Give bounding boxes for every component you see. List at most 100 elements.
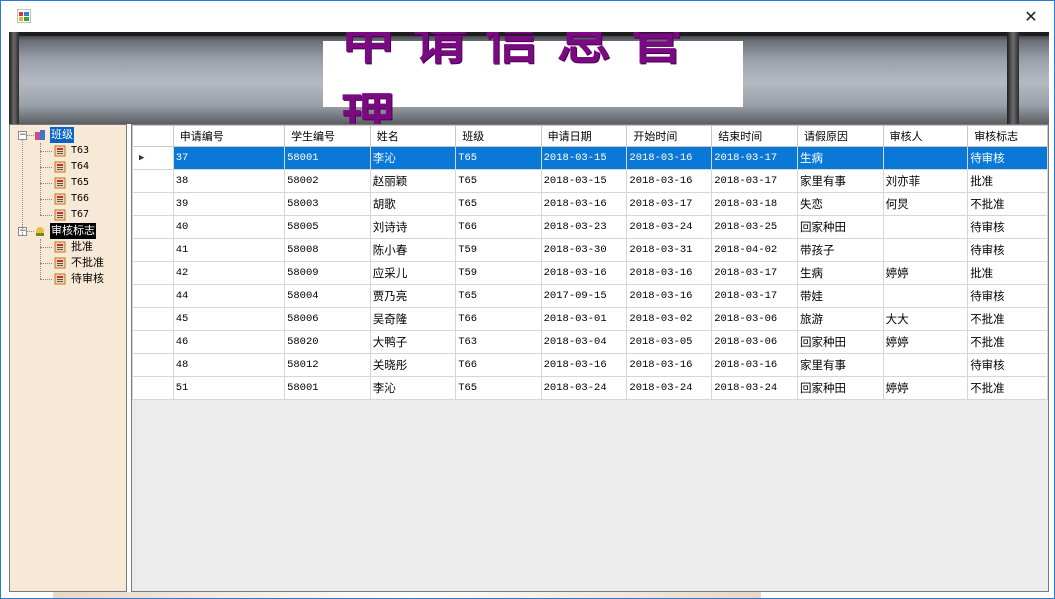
table-row[interactable]: 42 58009 应采儿 T59 2018-03-16 2018-03-16 2018-03… — [132, 261, 1048, 285]
table-row[interactable]: ▶ 37 58001 李沁 T65 2018-03-15 2018-03-16 2018-03… — [132, 146, 1048, 170]
table-cell[interactable]: 家里有事 — [797, 353, 884, 377]
table-cell[interactable]: 2018-03-17 — [711, 169, 799, 193]
table-cell[interactable]: 刘亦菲 — [882, 169, 969, 193]
table-cell[interactable]: 2018-03-16 — [626, 353, 713, 377]
table-cell[interactable]: 吴奇隆 — [369, 307, 457, 331]
table-cell[interactable]: 批准 — [967, 169, 1048, 193]
table-row[interactable]: 40 58005 刘诗诗 T66 2018-03-23 2018-03-24 2018-03… — [132, 215, 1048, 239]
table-cell[interactable]: 2018-03-17 — [626, 192, 713, 216]
table-row[interactable]: 38 58002 赵丽颖 T65 2018-03-15 2018-03-16 2018-03… — [132, 169, 1048, 193]
table-cell[interactable]: 58008 — [284, 238, 371, 262]
table-cell[interactable]: 38 — [172, 169, 286, 193]
column-header[interactable]: 审核标志 — [967, 125, 1048, 147]
table-cell[interactable]: 58020 — [284, 330, 371, 354]
table-cell[interactable]: 2018-03-16 — [626, 261, 713, 285]
table-cell[interactable]: 待审核 — [967, 353, 1048, 377]
table-cell[interactable] — [882, 284, 969, 308]
column-header[interactable]: 班级 — [455, 125, 542, 147]
table-cell[interactable]: 家里有事 — [797, 169, 884, 193]
tree-leaf[interactable]: T65 — [40, 175, 90, 191]
table-cell[interactable]: 2018-03-17 — [711, 284, 799, 308]
row-header[interactable] — [132, 215, 174, 239]
table-cell[interactable]: 李沁 — [369, 376, 457, 400]
table-cell[interactable]: 46 — [172, 330, 286, 354]
table-cell[interactable]: 2018-03-16 — [540, 261, 628, 285]
table-cell[interactable]: 51 — [172, 376, 286, 400]
row-header[interactable] — [132, 353, 174, 377]
table-cell[interactable]: 2018-03-16 — [626, 169, 713, 193]
table-cell[interactable]: 2018-04-02 — [711, 238, 799, 262]
table-cell[interactable]: 2018-03-01 — [540, 307, 628, 331]
table-cell[interactable]: 2018-03-05 — [626, 330, 713, 354]
row-header[interactable] — [132, 238, 174, 262]
close-button[interactable]: ✕ — [1008, 1, 1054, 31]
row-header[interactable] — [132, 330, 174, 354]
table-cell[interactable]: 2018-03-17 — [711, 146, 799, 170]
tree-leaf[interactable]: T63 — [40, 143, 90, 159]
table-cell[interactable]: 胡歌 — [369, 192, 457, 216]
table-cell[interactable]: T65 — [455, 376, 542, 400]
table-row[interactable]: 48 58012 关晓彤 T66 2018-03-16 2018-03-16 2018-03… — [132, 353, 1048, 377]
table-cell[interactable]: 回家种田 — [797, 376, 884, 400]
table-cell[interactable]: 44 — [172, 284, 286, 308]
table-cell[interactable]: 不批准 — [967, 307, 1048, 331]
table-cell[interactable]: T66 — [455, 353, 542, 377]
column-header[interactable]: 审核人 — [882, 125, 969, 147]
table-cell[interactable]: 不批准 — [967, 192, 1048, 216]
table-cell[interactable]: 婷婷 — [882, 261, 969, 285]
table-cell[interactable]: 58003 — [284, 192, 371, 216]
table-cell[interactable] — [882, 215, 969, 239]
table-cell[interactable]: 58004 — [284, 284, 371, 308]
row-header[interactable] — [132, 307, 174, 331]
column-header[interactable]: 申请编号 — [172, 125, 286, 147]
table-cell[interactable]: 2018-03-18 — [711, 192, 799, 216]
table-cell[interactable]: 批准 — [967, 261, 1048, 285]
table-cell[interactable]: T65 — [455, 192, 542, 216]
row-header[interactable] — [132, 169, 174, 193]
table-cell[interactable]: 待审核 — [967, 284, 1048, 308]
table-cell[interactable]: 赵丽颖 — [369, 169, 457, 193]
table-cell[interactable]: 回家种田 — [797, 330, 884, 354]
table-cell[interactable]: 2018-03-02 — [626, 307, 713, 331]
table-cell[interactable]: 2018-03-24 — [626, 215, 713, 239]
tree-leaf[interactable]: 不批准 — [40, 255, 105, 271]
table-cell[interactable]: 2018-03-15 — [540, 169, 628, 193]
tree-node-class[interactable]: − 班级 — [18, 127, 74, 143]
row-header[interactable] — [132, 192, 174, 216]
table-cell[interactable]: 何炅 — [882, 192, 969, 216]
tree-leaf[interactable]: 待审核 — [40, 271, 105, 287]
table-cell[interactable]: T65 — [455, 146, 542, 170]
column-header[interactable]: 姓名 — [369, 125, 457, 147]
table-cell[interactable]: 大大 — [882, 307, 969, 331]
row-header[interactable] — [132, 261, 174, 285]
tree-leaf[interactable]: T64 — [40, 159, 90, 175]
row-header[interactable]: ▶ — [132, 146, 174, 170]
table-cell[interactable]: 2018-03-23 — [540, 215, 628, 239]
tree-node-audit[interactable]: − 审核标志 — [18, 223, 96, 239]
table-cell[interactable]: 2018-03-17 — [711, 261, 799, 285]
table-cell[interactable]: 2018-03-24 — [626, 376, 713, 400]
application-grid[interactable]: 申请编号 学生编号 姓名 班级 申请日期 开始时间 结束时间 请假原因 审核人 审核标志 ▶ 37 5… — [132, 125, 1048, 400]
table-cell[interactable]: 旅游 — [797, 307, 884, 331]
table-cell[interactable]: 2018-03-24 — [711, 376, 799, 400]
table-cell[interactable]: 39 — [172, 192, 286, 216]
table-cell[interactable]: 2018-03-15 — [540, 146, 628, 170]
table-cell[interactable]: 2018-03-16 — [626, 284, 713, 308]
row-header[interactable] — [132, 376, 174, 400]
table-cell[interactable]: 2018-03-06 — [711, 330, 799, 354]
table-cell[interactable]: 2018-03-16 — [626, 146, 713, 170]
table-cell[interactable]: 2018-03-24 — [540, 376, 628, 400]
table-cell[interactable]: T65 — [455, 284, 542, 308]
table-cell[interactable]: 李沁 — [369, 146, 457, 170]
table-cell[interactable]: 带孩子 — [797, 238, 884, 262]
table-cell[interactable]: 48 — [172, 353, 286, 377]
column-header[interactable]: 学生编号 — [284, 125, 371, 147]
table-cell[interactable]: 待审核 — [967, 215, 1048, 239]
table-cell[interactable]: 58005 — [284, 215, 371, 239]
tree-leaf[interactable]: T67 — [40, 207, 90, 223]
table-cell[interactable]: 2018-03-16 — [711, 353, 799, 377]
column-header[interactable]: 结束时间 — [711, 125, 799, 147]
tree-leaf[interactable]: T66 — [40, 191, 90, 207]
table-cell[interactable]: 应采儿 — [369, 261, 457, 285]
table-row[interactable]: 41 58008 陈小春 T59 2018-03-30 2018-03-31 2018-04… — [132, 238, 1048, 262]
